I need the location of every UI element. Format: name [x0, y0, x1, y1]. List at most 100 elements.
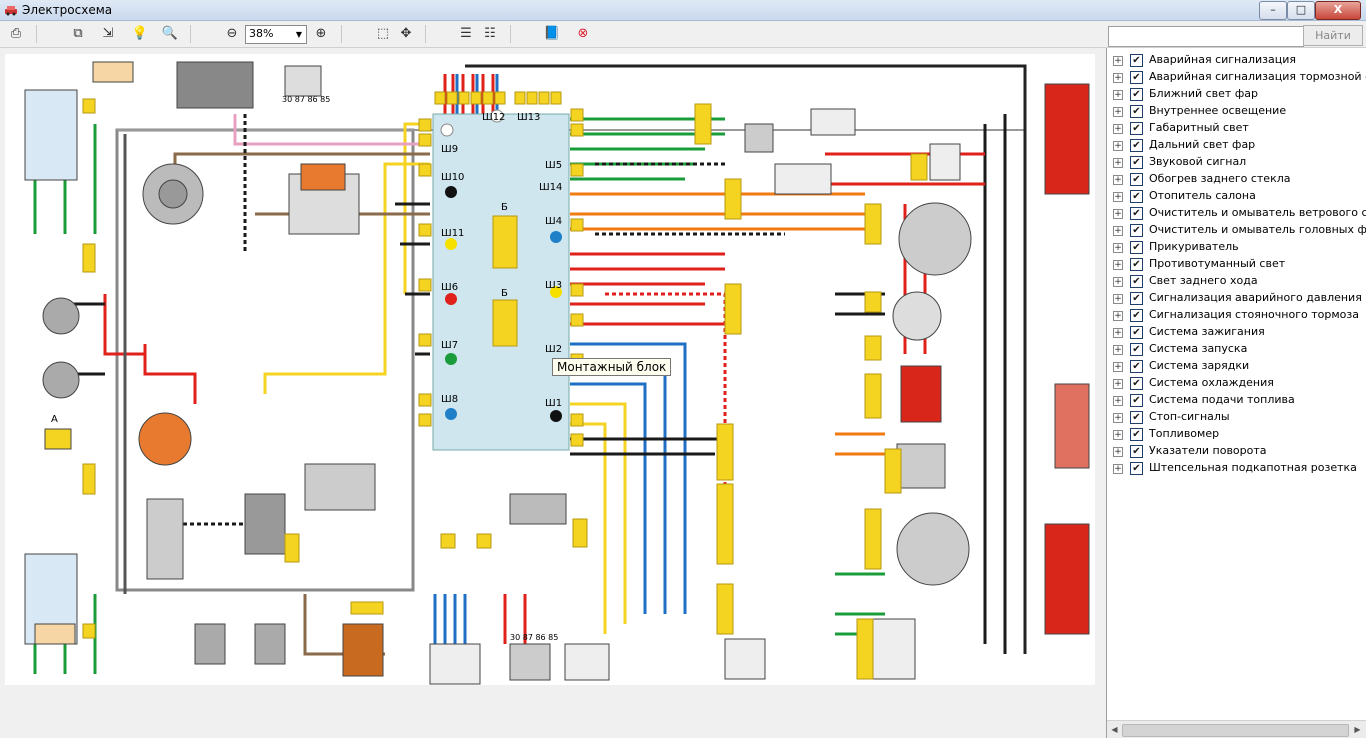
- expand-icon[interactable]: +: [1113, 158, 1123, 168]
- find-button[interactable]: Найти: [1303, 25, 1363, 46]
- fit-window-icon[interactable]: ⧉: [68, 24, 88, 44]
- expand-icon[interactable]: +: [1113, 413, 1123, 423]
- expand-icon[interactable]: +: [1113, 294, 1123, 304]
- scroll-thumb[interactable]: [1122, 724, 1349, 737]
- scroll-left-icon[interactable]: ◀: [1108, 723, 1121, 736]
- system-checkbox[interactable]: ✔: [1130, 292, 1143, 305]
- system-checkbox[interactable]: ✔: [1130, 224, 1143, 237]
- expand-icon[interactable]: +: [1113, 277, 1123, 287]
- system-checkbox[interactable]: ✔: [1130, 54, 1143, 67]
- system-item[interactable]: + ✔ Аварийная сигнализация тормозной систе…: [1113, 70, 1366, 85]
- system-item[interactable]: + ✔ Внутреннее освещение: [1113, 104, 1366, 119]
- system-item[interactable]: + ✔ Система запуска: [1113, 342, 1366, 357]
- system-checkbox[interactable]: ✔: [1130, 105, 1143, 118]
- expand-icon[interactable]: +: [1113, 209, 1123, 219]
- system-checkbox[interactable]: ✔: [1130, 139, 1143, 152]
- system-checkbox[interactable]: ✔: [1130, 343, 1143, 356]
- maximize-button[interactable]: □: [1287, 1, 1315, 20]
- system-checkbox[interactable]: ✔: [1130, 309, 1143, 322]
- system-item[interactable]: + ✔ Стоп-сигналы: [1113, 410, 1366, 425]
- expand-icon[interactable]: +: [1113, 464, 1123, 474]
- system-checkbox[interactable]: ✔: [1130, 394, 1143, 407]
- system-checkbox[interactable]: ✔: [1130, 411, 1143, 424]
- expand-icon[interactable]: +: [1113, 260, 1123, 270]
- system-item[interactable]: + ✔ Обогрев заднего стекла: [1113, 172, 1366, 187]
- print-icon[interactable]: ⎙: [6, 24, 26, 44]
- system-item[interactable]: + ✔ Свет заднего хода: [1113, 274, 1366, 289]
- expand-icon[interactable]: +: [1113, 362, 1123, 372]
- lightbulb-icon[interactable]: 💡: [130, 24, 150, 44]
- system-item[interactable]: + ✔ Очиститель и омыватель головных фар: [1113, 223, 1366, 238]
- expand-icon[interactable]: +: [1113, 192, 1123, 202]
- expand-icon[interactable]: +: [1113, 311, 1123, 321]
- svg-text:30 87 86 85: 30 87 86 85: [510, 633, 558, 642]
- expand-icon[interactable]: +: [1113, 90, 1123, 100]
- horizontal-scrollbar[interactable]: ◀ ▶: [1107, 720, 1366, 738]
- system-item[interactable]: + ✔ Штепсельная подкапотная розетка: [1113, 461, 1366, 476]
- system-item[interactable]: + ✔ Система зажигания: [1113, 325, 1366, 340]
- system-item[interactable]: + ✔ Звуковой сигнал: [1113, 155, 1366, 170]
- system-item[interactable]: + ✔ Система охлаждения: [1113, 376, 1366, 391]
- system-item[interactable]: + ✔ Отопитель салона: [1113, 189, 1366, 204]
- expand-icon[interactable]: +: [1113, 56, 1123, 66]
- zoom-out-icon[interactable]: ⊖: [222, 24, 242, 44]
- system-item[interactable]: + ✔ Ближний свет фар: [1113, 87, 1366, 102]
- system-item[interactable]: + ✔ Топливомер: [1113, 427, 1366, 442]
- expand-icon[interactable]: +: [1113, 379, 1123, 389]
- system-item[interactable]: + ✔ Противотуманный свет: [1113, 257, 1366, 272]
- system-checkbox[interactable]: ✔: [1130, 71, 1143, 84]
- fit-width-icon[interactable]: ⇲: [98, 24, 118, 44]
- system-item[interactable]: + ✔ Сигнализация аварийного давления масла: [1113, 291, 1366, 306]
- expand-icon[interactable]: +: [1113, 107, 1123, 117]
- select-icon[interactable]: ⬚: [373, 24, 393, 44]
- system-item[interactable]: + ✔ Дальний свет фар: [1113, 138, 1366, 153]
- system-checkbox[interactable]: ✔: [1130, 190, 1143, 203]
- minimize-button[interactable]: –: [1259, 1, 1287, 20]
- system-checkbox[interactable]: ✔: [1130, 377, 1143, 390]
- close-button[interactable]: X: [1315, 1, 1361, 20]
- system-checkbox[interactable]: ✔: [1130, 122, 1143, 135]
- expand-icon[interactable]: +: [1113, 243, 1123, 253]
- system-item[interactable]: + ✔ Аварийная сигнализация: [1113, 53, 1366, 68]
- system-item[interactable]: + ✔ Очиститель и омыватель ветрового стекл…: [1113, 206, 1366, 221]
- list-icon[interactable]: ☰: [456, 24, 476, 44]
- system-item[interactable]: + ✔ Габаритный свет: [1113, 121, 1366, 136]
- system-item[interactable]: + ✔ Указатели поворота: [1113, 444, 1366, 459]
- system-checkbox[interactable]: ✔: [1130, 326, 1143, 339]
- search-input[interactable]: [1108, 26, 1304, 47]
- system-item[interactable]: + ✔ Система подачи топлива: [1113, 393, 1366, 408]
- stop-icon[interactable]: ⊗: [573, 24, 593, 44]
- expand-icon[interactable]: +: [1113, 226, 1123, 236]
- system-item[interactable]: + ✔ Сигнализация стояночного тормоза: [1113, 308, 1366, 323]
- scroll-right-icon[interactable]: ▶: [1351, 723, 1364, 736]
- expand-icon[interactable]: +: [1113, 141, 1123, 151]
- expand-icon[interactable]: +: [1113, 447, 1123, 457]
- zoom-window-icon[interactable]: 🔍: [160, 24, 180, 44]
- zoom-select[interactable]: 38% ▼: [245, 25, 307, 44]
- expand-icon[interactable]: +: [1113, 73, 1123, 83]
- expand-icon[interactable]: +: [1113, 124, 1123, 134]
- system-checkbox[interactable]: ✔: [1130, 360, 1143, 373]
- system-checkbox[interactable]: ✔: [1130, 241, 1143, 254]
- list2-icon[interactable]: ☷: [480, 24, 500, 44]
- book-icon[interactable]: 📘: [542, 24, 562, 44]
- zoom-in-icon[interactable]: ⊕: [311, 24, 331, 44]
- expand-icon[interactable]: +: [1113, 328, 1123, 338]
- move-icon[interactable]: ✥: [396, 24, 416, 44]
- system-checkbox[interactable]: ✔: [1130, 173, 1143, 186]
- system-item[interactable]: + ✔ Система зарядки: [1113, 359, 1366, 374]
- system-checkbox[interactable]: ✔: [1130, 462, 1143, 475]
- system-checkbox[interactable]: ✔: [1130, 258, 1143, 271]
- expand-icon[interactable]: +: [1113, 430, 1123, 440]
- system-item[interactable]: + ✔ Прикуриватель: [1113, 240, 1366, 255]
- system-checkbox[interactable]: ✔: [1130, 445, 1143, 458]
- system-checkbox[interactable]: ✔: [1130, 156, 1143, 169]
- system-checkbox[interactable]: ✔: [1130, 428, 1143, 441]
- system-checkbox[interactable]: ✔: [1130, 88, 1143, 101]
- expand-icon[interactable]: +: [1113, 396, 1123, 406]
- system-checkbox[interactable]: ✔: [1130, 275, 1143, 288]
- expand-icon[interactable]: +: [1113, 345, 1123, 355]
- expand-icon[interactable]: +: [1113, 175, 1123, 185]
- schematic-canvas[interactable]: Ш12 Ш13 Ш9 Ш5 Ш10 Ш14 Ш11 Ш4 Ш6 Ш3 Ш7 Ш2 Ш8 Ш1 Б Б А…: [5, 54, 1095, 685]
- system-checkbox[interactable]: ✔: [1130, 207, 1143, 220]
